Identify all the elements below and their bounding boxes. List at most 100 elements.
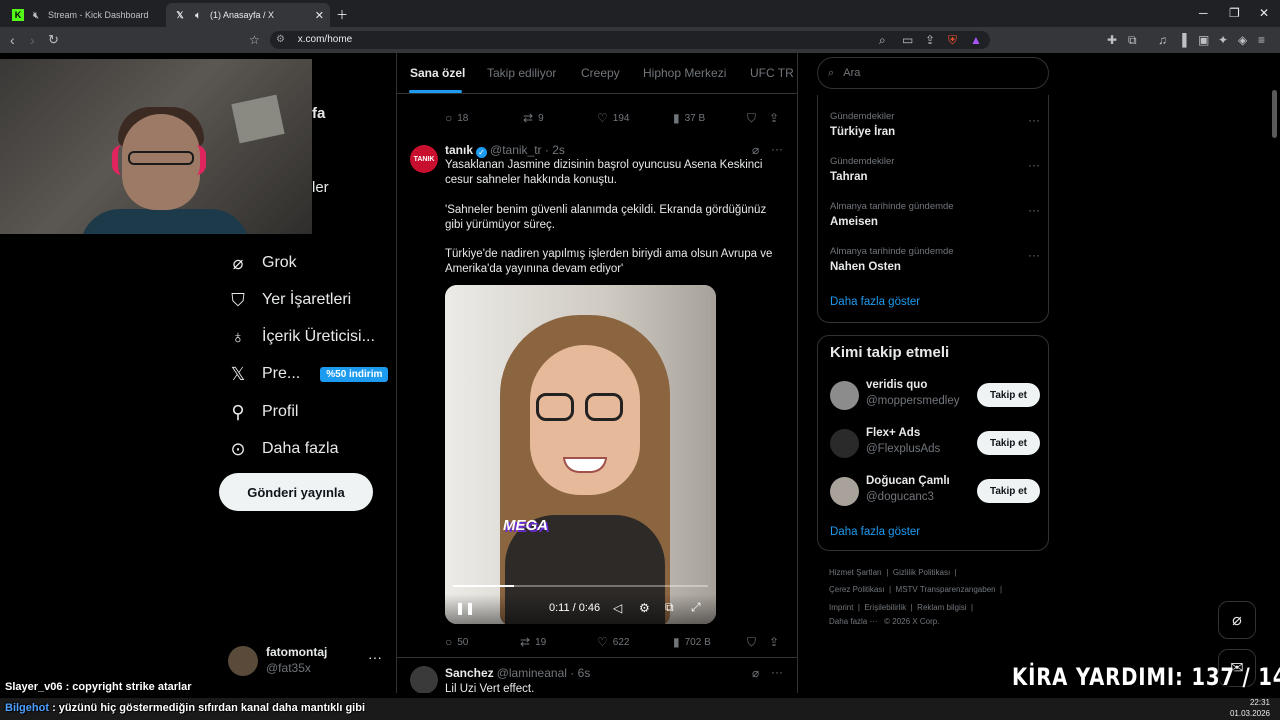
video-player[interactable]: MEGA ❚❚ 0:11 / 0:46 ◁ ⚙ ⧉ ⤢ bbox=[445, 285, 716, 624]
tweet-author-handle[interactable]: @tanik_tr · 2s bbox=[490, 143, 565, 157]
bookmark-page-icon[interactable]: ☆ bbox=[249, 33, 260, 47]
fullscreen-icon[interactable]: ⤢ bbox=[691, 600, 701, 615]
extensions-icon[interactable]: ✚ bbox=[1107, 33, 1117, 47]
sidebar-item-more[interactable]: ⊙ Daha fazla bbox=[228, 434, 338, 464]
share-icon[interactable]: ⇪ bbox=[925, 33, 935, 47]
wallet-icon[interactable]: ▣ bbox=[1198, 33, 1209, 47]
footer-link[interactable]: Erişilebilirlik bbox=[864, 603, 906, 612]
zoom-icon[interactable]: ⌕ bbox=[879, 33, 886, 48]
grok-icon[interactable]: ⌀ bbox=[752, 666, 759, 680]
footer-link[interactable]: Reklam bilgisi bbox=[917, 603, 966, 612]
share-button[interactable]: ⇪ bbox=[769, 111, 784, 125]
avatar[interactable] bbox=[410, 666, 438, 693]
account-switcher[interactable]: fatomontaj @fat35x ··· bbox=[228, 643, 388, 683]
repost-button[interactable]: ⇄ 9 bbox=[523, 111, 544, 125]
footer-link[interactable]: Çerez Politikası bbox=[829, 585, 885, 594]
footer-link[interactable]: Gizlilik Politikası bbox=[893, 568, 950, 577]
tweet-author-name[interactable]: tanık bbox=[445, 143, 473, 157]
close-window-button[interactable]: ✕ bbox=[1259, 6, 1269, 20]
vpn-icon[interactable]: ◈ bbox=[1238, 33, 1247, 47]
back-icon[interactable]: ‹ bbox=[10, 32, 15, 48]
tab-ufc-tr[interactable]: UFC TR bbox=[750, 66, 794, 80]
tab-following[interactable]: Takip ediliyor bbox=[487, 66, 556, 80]
more-options-icon[interactable]: ··· bbox=[1028, 158, 1040, 172]
sidebar-item-profile[interactable]: ⚲ Profil bbox=[228, 397, 298, 427]
more-options-icon[interactable]: ··· bbox=[771, 665, 783, 679]
reload-icon[interactable]: ↻ bbox=[48, 32, 59, 48]
new-tab-button[interactable]: ＋ bbox=[336, 6, 348, 23]
footer-link[interactable]: Hizmet Şartları bbox=[829, 568, 882, 577]
views-button[interactable]: ▮ 702 B bbox=[673, 635, 711, 649]
close-tab-icon[interactable]: ✕ bbox=[315, 9, 324, 22]
sidebar-toggle-icon[interactable]: ▐ bbox=[1178, 33, 1187, 47]
reply-button[interactable]: ○ 50 bbox=[445, 635, 468, 649]
trend-item[interactable]: Gündemdekiler Tahran ··· bbox=[830, 156, 1040, 196]
more-options-icon[interactable]: ··· bbox=[1028, 113, 1040, 127]
sidebar-item-bookmarks[interactable]: ⛉ Yer İşaretleri bbox=[228, 285, 351, 315]
like-button[interactable]: ♡ 622 bbox=[597, 635, 629, 649]
forward-icon[interactable]: › bbox=[30, 32, 35, 48]
follow-suggestion[interactable]: veridis quo @moppersmedley Takip et bbox=[830, 379, 1040, 413]
post-button[interactable]: Gönderi yayınla bbox=[219, 473, 373, 511]
heart-icon: ♡ bbox=[597, 111, 608, 125]
cast-icon[interactable]: ▭ bbox=[902, 33, 913, 47]
grok-icon[interactable]: ⌀ bbox=[752, 143, 759, 157]
tweet-author-handle[interactable]: @lamineanal · 6s bbox=[497, 666, 591, 680]
trend-item[interactable]: Gündemdekiler Türkiye İran ··· bbox=[830, 111, 1040, 151]
show-more-link[interactable]: Daha fazla göster bbox=[830, 296, 920, 308]
sidebar-item-grok[interactable]: ⌀ Grok bbox=[228, 248, 297, 278]
follow-suggestion[interactable]: Flex+ Ads @FlexplusAds Takip et bbox=[830, 427, 1040, 461]
trend-item[interactable]: Almanya tarihinde gündemde Nahen Osten ·… bbox=[830, 246, 1040, 286]
bookmark-button[interactable]: ⛉ bbox=[747, 111, 761, 126]
grok-float-button[interactable]: ⌀ bbox=[1218, 601, 1256, 639]
sidebar-more-partial-label[interactable]: ler bbox=[312, 179, 329, 196]
follow-suggestion[interactable]: Doğucan Çamlı @dogucanc3 Takip et bbox=[830, 475, 1040, 509]
brave-shield-icon[interactable]: ⛨ bbox=[948, 33, 957, 48]
footer-link[interactable]: Daha fazla ··· bbox=[829, 617, 877, 626]
tab-x-home[interactable]: 𝕏 🔈︎ (1) Anasayfa / X ✕ bbox=[166, 3, 330, 27]
tab-for-you[interactable]: Sana özel bbox=[410, 66, 465, 80]
search-input[interactable]: ⌕ Ara bbox=[817, 57, 1049, 89]
more-options-icon[interactable]: ··· bbox=[368, 649, 382, 665]
sidebar-item-creator[interactable]: ♁ İçerik Üreticisi... bbox=[228, 322, 375, 352]
views-button[interactable]: ▮ 37 B bbox=[673, 111, 705, 125]
bookmark-button[interactable]: ⛉ bbox=[747, 635, 761, 650]
scrollbar[interactable] bbox=[1272, 90, 1277, 138]
trend-item[interactable]: Almanya tarihinde gündemde Ameisen ··· bbox=[830, 201, 1040, 241]
video-progress-bar[interactable] bbox=[453, 585, 708, 587]
more-options-icon[interactable]: ··· bbox=[1028, 203, 1040, 217]
tab-kick-dashboard[interactable]: K 🔇︎ Stream - Kick Dashboard bbox=[4, 3, 164, 27]
sidebar-home-partial-label[interactable]: fa bbox=[312, 105, 325, 122]
leo-ai-icon[interactable]: ✦ bbox=[1218, 33, 1228, 47]
settings-icon[interactable]: ⚙ bbox=[639, 601, 650, 615]
tweet-author-name[interactable]: Sanchez bbox=[445, 666, 494, 680]
pip-icon[interactable]: ⧉ bbox=[665, 600, 674, 615]
rewards-icon[interactable]: ▲ bbox=[970, 33, 982, 47]
screenshot-icon[interactable]: ⧉ bbox=[1128, 33, 1137, 48]
show-more-link[interactable]: Daha fazla göster bbox=[830, 526, 920, 538]
site-info-icon[interactable]: ⚙ bbox=[276, 34, 285, 45]
sidebar-item-premium[interactable]: 𝕏 Pre... %50 indirim bbox=[228, 359, 389, 389]
tab-creepy[interactable]: Creepy bbox=[581, 66, 620, 80]
tweet[interactable]: Sanchez @lamineanal · 6s ⌀ ··· Lil Uzi Ve… bbox=[397, 658, 797, 693]
tab-hiphop[interactable]: Hiphop Merkezi bbox=[643, 66, 726, 80]
footer-link[interactable]: MSTV Transparenzangaben bbox=[896, 585, 996, 594]
avatar[interactable]: TANIK bbox=[410, 145, 438, 173]
minimize-button[interactable]: ─ bbox=[1199, 6, 1208, 20]
music-icon[interactable]: ♫ bbox=[1158, 33, 1167, 47]
pause-icon[interactable]: ❚❚ bbox=[455, 601, 475, 615]
footer-link[interactable]: Imprint bbox=[829, 603, 853, 612]
more-options-icon[interactable]: ··· bbox=[771, 142, 783, 156]
more-options-icon[interactable]: ··· bbox=[1028, 248, 1040, 262]
follow-button[interactable]: Takip et bbox=[977, 479, 1040, 503]
maximize-button[interactable]: ❐ bbox=[1229, 6, 1240, 20]
menu-icon[interactable]: ≡ bbox=[1258, 33, 1265, 47]
volume-icon[interactable]: ◁ bbox=[613, 601, 622, 615]
follow-button[interactable]: Takip et bbox=[977, 383, 1040, 407]
tweet[interactable]: TANIK tanık ✓ @tanik_tr · 2s ⌀ ··· Yasakla… bbox=[397, 133, 797, 658]
reply-button[interactable]: ○ 18 bbox=[445, 111, 468, 125]
like-button[interactable]: ♡ 194 bbox=[597, 111, 629, 125]
repost-button[interactable]: ⇄ 19 bbox=[520, 635, 546, 649]
follow-button[interactable]: Takip et bbox=[977, 431, 1040, 455]
share-button[interactable]: ⇪ bbox=[769, 635, 784, 649]
